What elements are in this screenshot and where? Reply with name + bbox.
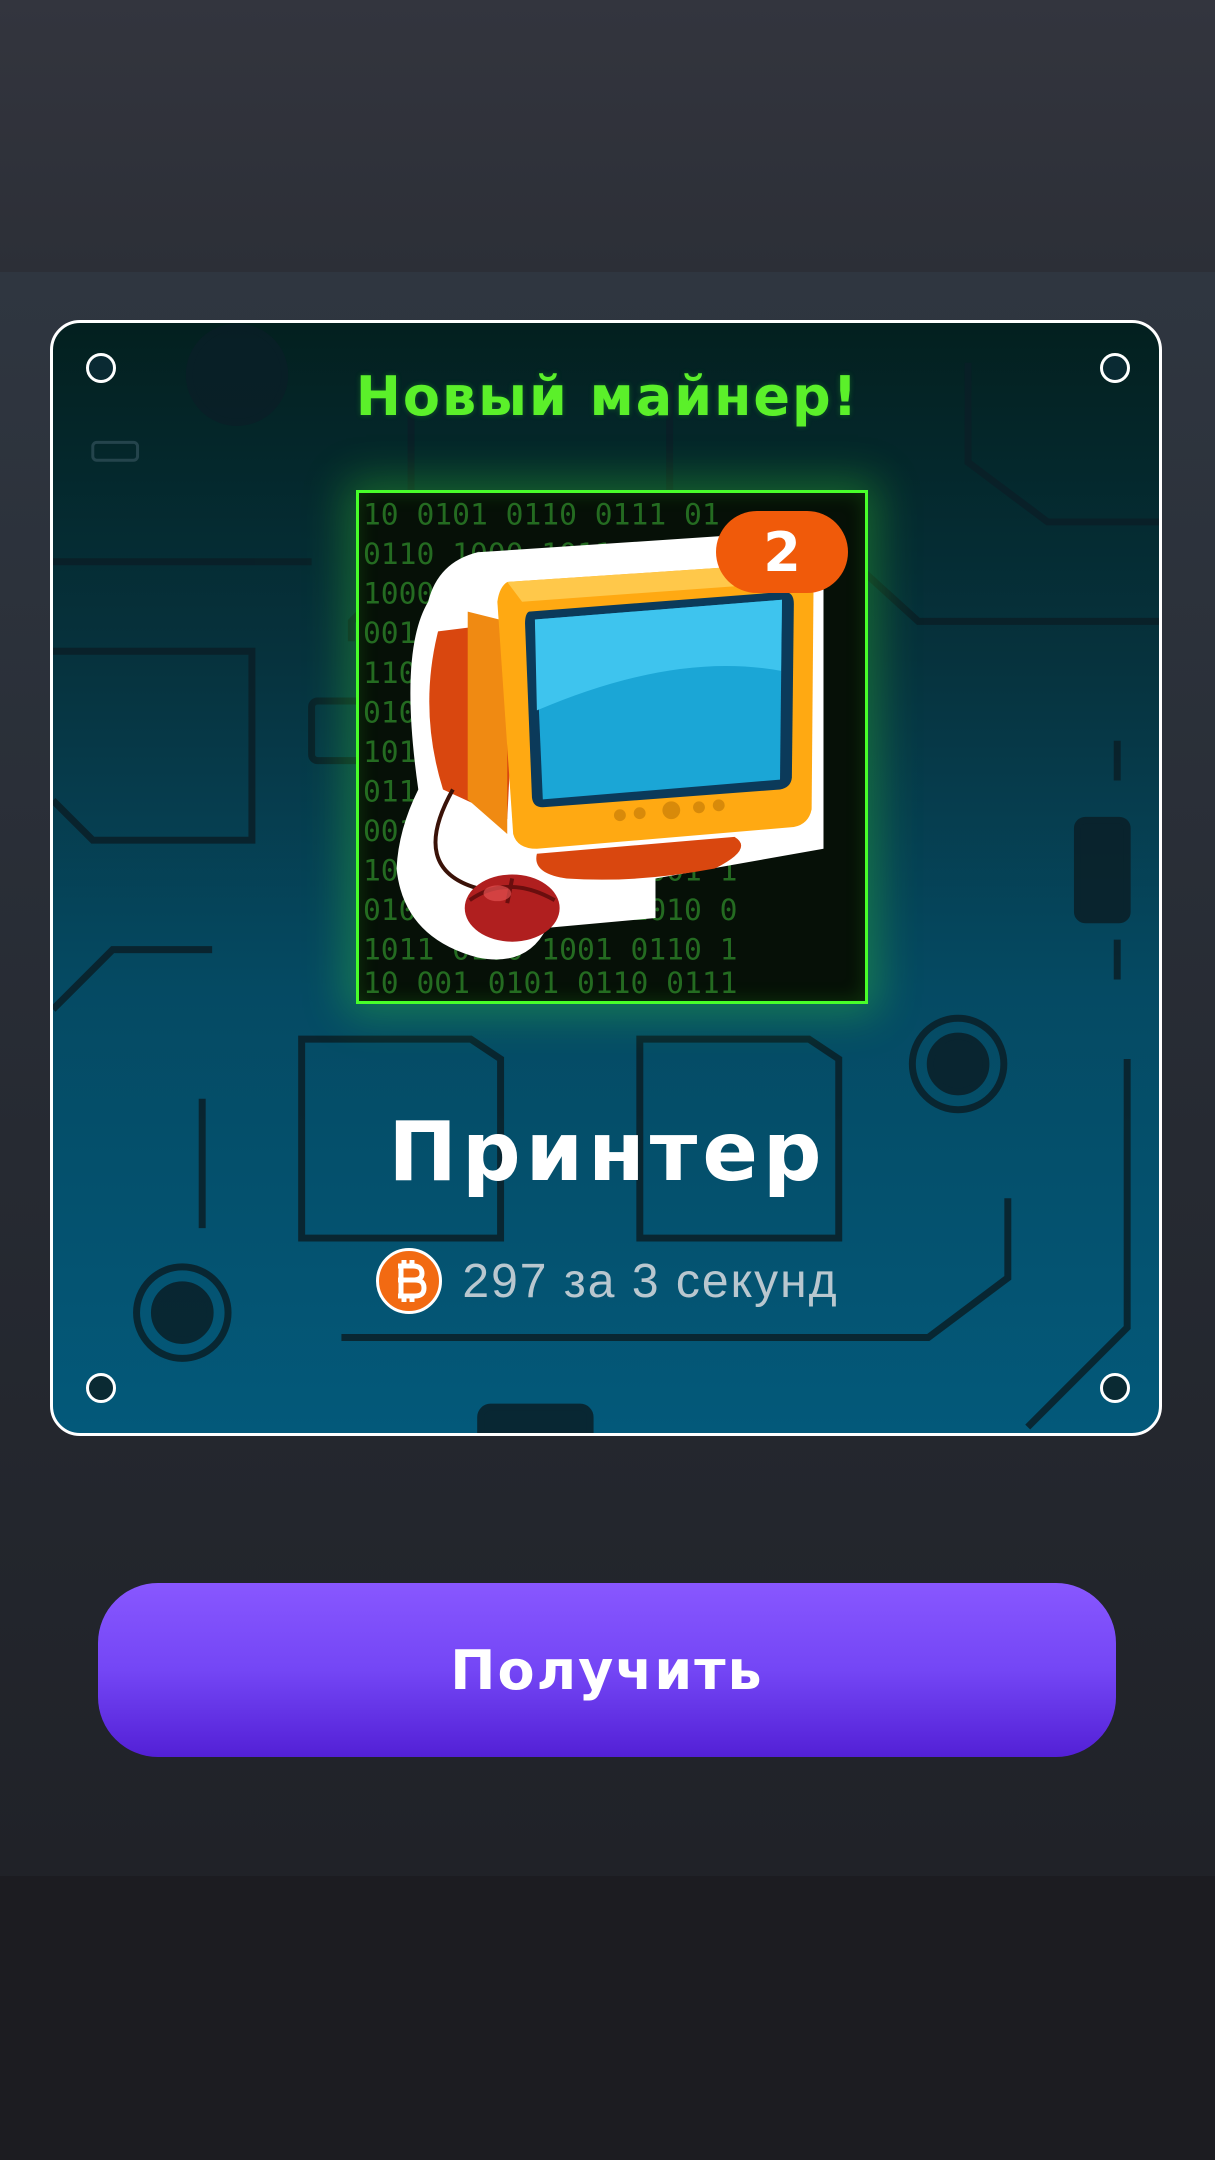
- mining-rate-row: 297 за 3 секунд: [0, 1246, 1215, 1316]
- modal-title: Новый майнер!: [355, 365, 860, 428]
- top-backdrop: [0, 0, 1215, 272]
- bitcoin-icon: [376, 1248, 443, 1314]
- bottom-backdrop: [0, 1876, 1215, 2160]
- mining-rate-text: 297 за 3 секунд: [462, 1254, 839, 1308]
- miner-level-badge: 2: [716, 511, 848, 593]
- claim-button[interactable]: Получить: [98, 1583, 1116, 1757]
- miner-name: Принтер: [388, 1105, 827, 1200]
- screw-bottom-right: [1100, 1373, 1130, 1403]
- screw-bottom-left: [86, 1373, 116, 1403]
